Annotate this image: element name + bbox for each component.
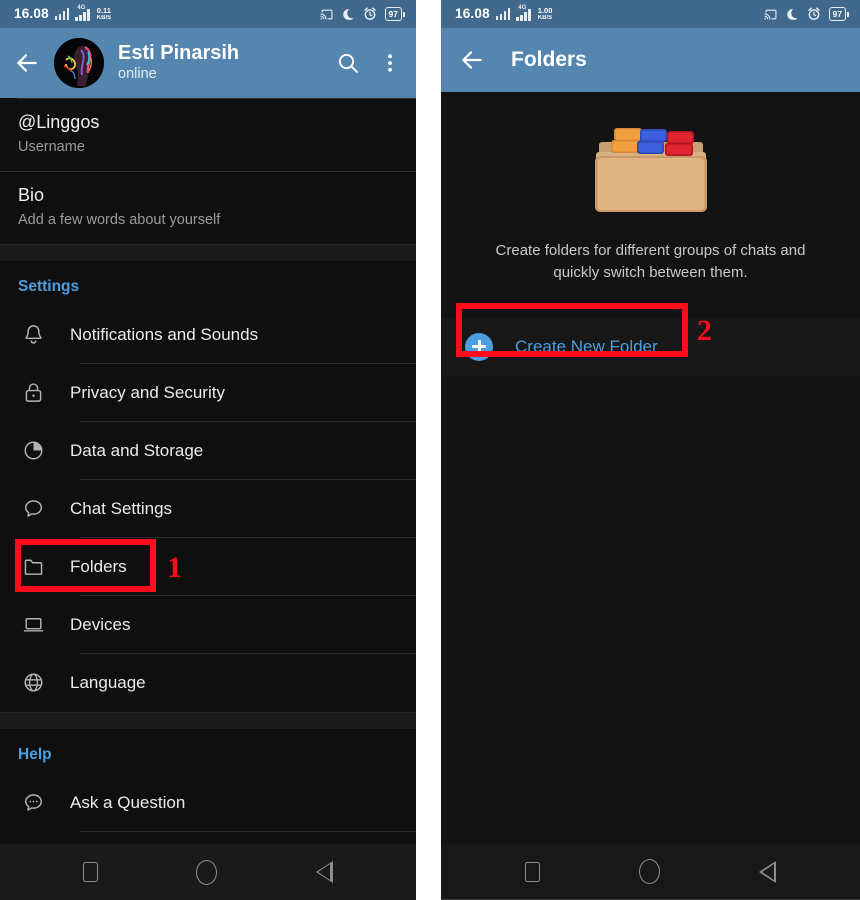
settings-section-header: Settings xyxy=(18,277,80,295)
folders-stack-illustration xyxy=(594,128,707,212)
globe-icon xyxy=(18,668,48,698)
section-divider-1 xyxy=(0,243,416,262)
folders-app-bar: Folders xyxy=(441,28,860,92)
sidebar-item-data-storage[interactable]: Data and Storage xyxy=(0,422,416,480)
square-recents-icon[interactable] xyxy=(83,862,99,882)
sidebar-item-label: Privacy and Security xyxy=(70,382,225,402)
plus-circle-icon xyxy=(465,332,493,361)
contact-status: online xyxy=(118,66,157,83)
section-divider-2 xyxy=(0,711,416,730)
sidebar-item-devices[interactable]: Devices xyxy=(0,596,416,654)
back-arrow-icon[interactable] xyxy=(14,50,40,76)
sidebar-item-label: Language xyxy=(70,672,146,692)
status-bar-left-group: 16.08 4G 0.11 KB/S xyxy=(14,5,111,22)
sidebar-item-label: Chat Settings xyxy=(70,498,173,518)
help-section-header: Help xyxy=(18,745,52,763)
do-not-disturb-moon-icon xyxy=(342,8,354,20)
android-nav-bar-left xyxy=(0,844,416,900)
page-title: Folders xyxy=(511,48,587,71)
network-type-label: 4G xyxy=(77,5,86,11)
cast-icon xyxy=(764,9,776,19)
lock-icon xyxy=(18,378,48,408)
alarm-clock-icon xyxy=(363,7,376,20)
sidebar-item-label: Notifications and Sounds xyxy=(70,324,259,344)
battery-icon: 97 xyxy=(384,7,405,21)
search-icon[interactable] xyxy=(336,51,360,75)
chat-bubble-icon xyxy=(18,494,48,524)
alarm-clock-icon xyxy=(807,7,820,20)
username-value: @Linggos xyxy=(18,112,100,132)
data-rate-unit: KB/S xyxy=(96,14,112,21)
battery-icon: 97 xyxy=(828,7,849,21)
battery-level-label: 97 xyxy=(384,7,402,21)
avatar[interactable] xyxy=(54,38,104,88)
sidebar-item-folders[interactable]: Folders xyxy=(0,538,416,596)
bell-icon xyxy=(18,320,48,350)
triangle-back-icon[interactable] xyxy=(759,860,777,883)
data-rate-value: 1.00 xyxy=(537,6,553,16)
folders-empty-state: Create folders for different groups of c… xyxy=(441,92,860,284)
mobile-data-icon: 4G xyxy=(75,5,90,21)
chat-app-bar: Esti Pinarsih online xyxy=(0,28,416,98)
status-bar-right-group: 97 xyxy=(763,7,849,21)
username-label: Username xyxy=(18,139,85,156)
create-new-folder-label: Create New Folder xyxy=(515,336,658,356)
contact-name: Esti Pinarsih xyxy=(118,42,240,65)
triangle-back-icon[interactable] xyxy=(315,861,333,883)
sidebar-item-notifications[interactable]: Notifications and Sounds xyxy=(0,306,416,364)
create-new-folder-button[interactable]: Create New Folder xyxy=(441,317,860,376)
screenshot-root: 16.08 4G 0.11 KB/S 97 Esti Pinarsih onli… xyxy=(0,0,860,900)
sidebar-item-label: Ask a Question xyxy=(70,792,186,812)
profile-row-bio[interactable]: Bio Add a few words about yourself xyxy=(0,172,416,244)
do-not-disturb-moon-icon xyxy=(786,8,798,20)
square-recents-icon[interactable] xyxy=(524,861,540,882)
folder-icon xyxy=(18,552,48,582)
annotation-number-1: 1 xyxy=(167,551,182,584)
data-rate-value: 0.11 xyxy=(96,6,111,16)
sidebar-item-language[interactable]: Language xyxy=(0,654,416,712)
sidebar-item-label: Devices xyxy=(70,614,131,634)
data-rate-unit: KB/S xyxy=(537,14,553,21)
profile-row-username[interactable]: @Linggos Username xyxy=(0,99,416,172)
pie-chart-icon xyxy=(18,436,48,466)
signal-bars-icon xyxy=(54,8,70,20)
sidebar-item-privacy[interactable]: Privacy and Security xyxy=(0,364,416,422)
bio-placeholder: Add a few words about yourself xyxy=(18,211,221,228)
battery-level-label: 97 xyxy=(828,7,846,21)
mobile-data-icon: 4G xyxy=(516,5,531,21)
data-rate-indicator: 0.11 KB/S xyxy=(97,7,111,21)
chat-title-block[interactable]: Esti Pinarsih online xyxy=(118,42,322,84)
cast-icon xyxy=(320,9,332,19)
back-arrow-icon[interactable] xyxy=(459,47,485,73)
right-phone-screen: 16.08 4G 1.00 KB/S 97 Folders Create fol… xyxy=(441,0,860,900)
data-rate-indicator: 1.00 KB/S xyxy=(538,7,553,21)
sidebar-item-chat-settings[interactable]: Chat Settings xyxy=(0,480,416,538)
more-vertical-icon[interactable] xyxy=(378,51,402,75)
folders-content: Create folders for different groups of c… xyxy=(441,92,860,900)
app-bar-actions xyxy=(336,51,402,75)
circle-home-icon[interactable] xyxy=(638,859,660,884)
sidebar-item-label: Folders xyxy=(70,556,127,576)
settings-content: @Linggos Username Bio Add a few words ab… xyxy=(0,98,416,900)
sidebar-item-ask-question[interactable]: Ask a Question xyxy=(0,774,416,832)
signal-bars-icon xyxy=(495,8,511,20)
android-nav-bar-right xyxy=(441,844,860,900)
status-bar-left-group: 16.08 4G 1.00 KB/S xyxy=(455,5,553,22)
bio-label: Bio xyxy=(18,184,45,205)
status-time: 16.08 xyxy=(455,6,490,22)
left-phone-screen: 16.08 4G 0.11 KB/S 97 Esti Pinarsih onli… xyxy=(0,0,416,900)
status-bar-right-group: 97 xyxy=(319,7,405,21)
status-time: 16.08 xyxy=(14,6,49,22)
status-bar-left: 16.08 4G 0.11 KB/S 97 xyxy=(0,0,416,28)
network-type-label: 4G xyxy=(518,5,527,11)
status-bar-right: 16.08 4G 1.00 KB/S 97 xyxy=(441,0,860,28)
sidebar-item-label: Data and Storage xyxy=(70,440,204,460)
laptop-icon xyxy=(18,610,48,640)
folders-description: Create folders for different groups of c… xyxy=(495,242,806,281)
circle-home-icon[interactable] xyxy=(196,859,218,885)
question-bubble-icon xyxy=(18,788,48,818)
annotation-number-2: 2 xyxy=(697,314,712,347)
